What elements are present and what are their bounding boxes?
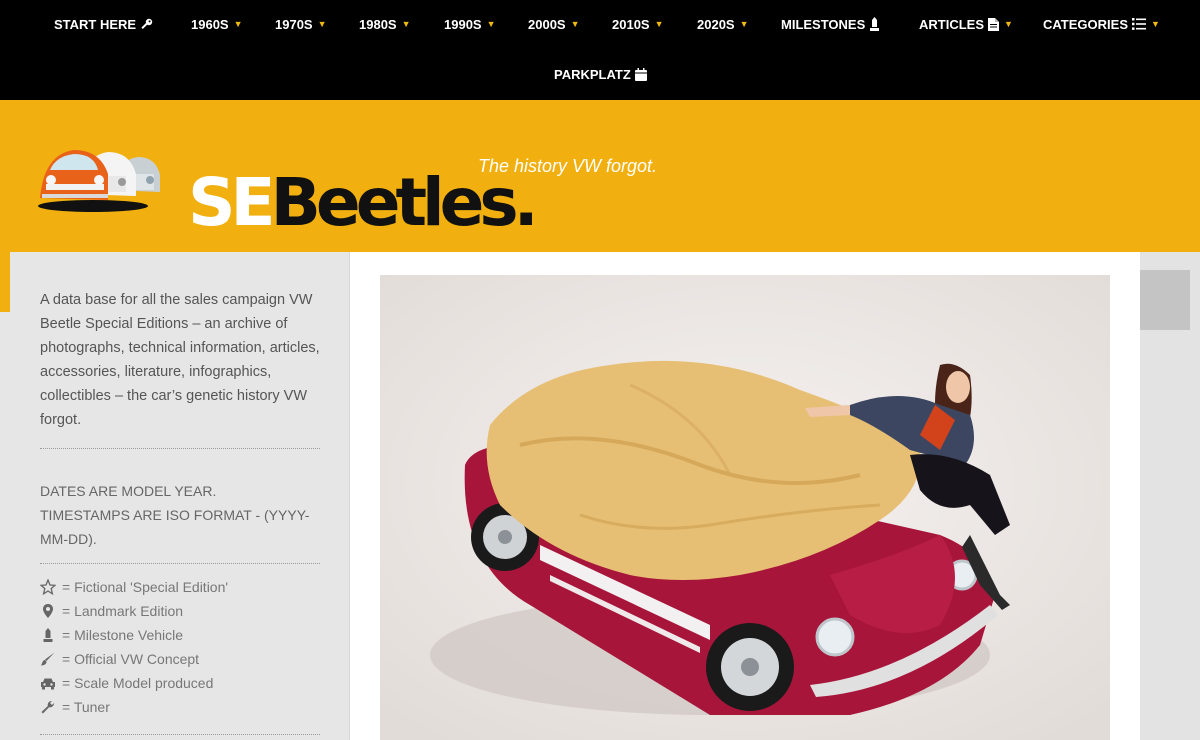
nav-item-label: 2000S [528, 16, 566, 32]
nav-item-2010s[interactable]: 2010S ▼ [612, 12, 664, 36]
logo-wordmark: SEBeetles. [188, 170, 539, 236]
paint-brush-icon [41, 652, 55, 666]
dates-note-line-1: DATES ARE MODEL YEAR. [40, 483, 217, 499]
sidebar-divider [40, 734, 320, 735]
legend-item: = Tuner [40, 695, 228, 719]
sidebar-divider [40, 448, 320, 449]
key-icon [140, 18, 153, 31]
nav-item-label: 1970S [275, 16, 313, 32]
nav-item-milestones[interactable]: MILESTONES [781, 12, 880, 36]
nav-item-1960s[interactable]: 1960S ▼ [191, 12, 243, 36]
chevron-down-icon: ▼ [486, 19, 496, 29]
nav-item-label: 1990S [444, 16, 482, 32]
calendar-icon [634, 67, 647, 81]
legend-item-text: = Fictional 'Special Edition' [62, 579, 229, 595]
wrench-icon [41, 700, 55, 714]
nav-item-categories[interactable]: CATEGORIES ▼ [1043, 12, 1160, 36]
legend-item-text: = Tuner [62, 699, 110, 715]
nav-item-2000s[interactable]: 2000S ▼ [528, 12, 580, 36]
nav-item-label: 2020S [697, 16, 735, 32]
site-tagline: The history VW forgot. [478, 156, 658, 176]
nav-item-start-here[interactable]: START HERE [54, 12, 153, 36]
nav-item-parkplatz[interactable]: PARKPLATZ [554, 62, 647, 86]
nav-item-label: 1980S [359, 16, 397, 32]
chevron-down-icon: ▼ [570, 19, 580, 29]
nav-item-label: START HERE [54, 16, 137, 32]
main-content [350, 252, 1140, 740]
chevron-down-icon: ▼ [739, 19, 749, 29]
milestone-icon [43, 628, 53, 642]
icon-legend: = Fictional 'Special Edition' = Landmark… [40, 575, 228, 719]
chevron-down-icon: ▼ [1151, 19, 1160, 29]
sidebar-divider [40, 563, 320, 564]
hero-image[interactable] [380, 275, 1110, 740]
legend-item-text: = Landmark Edition [62, 603, 184, 619]
chevron-down-icon: ▼ [401, 19, 411, 29]
beetle-cars-logo-image [38, 150, 160, 212]
chevron-down-icon: ▼ [317, 19, 327, 29]
legend-item-text: = Official VW Concept [62, 651, 200, 667]
nav-item-label: 1960S [191, 16, 229, 32]
list-icon [1132, 18, 1146, 30]
nav-item-1980s[interactable]: 1980S ▼ [359, 12, 411, 36]
nav-item-label: CATEGORIES [1043, 16, 1128, 32]
dates-note: DATES ARE MODEL YEAR. TIMESTAMPS ARE ISO… [40, 479, 325, 551]
legend-item-text: = Scale Model produced [62, 675, 214, 691]
map-marker-icon [43, 604, 53, 618]
sidebar: A data base for all the sales campaign V… [10, 252, 350, 740]
logo-se-text: SE [188, 164, 276, 241]
scroll-to-top-box[interactable] [1140, 270, 1190, 330]
site-logo[interactable]: SEBeetles. [38, 140, 539, 236]
legend-item: = Fictional 'Special Edition' [40, 575, 228, 599]
legend-item: = Scale Model produced [40, 671, 228, 695]
nav-item-label: ARTICLES [919, 16, 984, 32]
chevron-down-icon: ▼ [233, 19, 243, 29]
car-icon [41, 678, 55, 690]
document-icon [988, 17, 999, 31]
nav-item-label: PARKPLATZ [554, 66, 631, 82]
top-navigation: START HERE 1960S ▼ 1970S ▼ 1980S ▼ 1990S… [0, 0, 1200, 100]
nav-item-label: 2010S [612, 16, 650, 32]
legend-item: = Milestone Vehicle [40, 623, 228, 647]
nav-item-2020s[interactable]: 2020S ▼ [697, 12, 749, 36]
legend-item: = Official VW Concept [40, 647, 228, 671]
sidebar-intro-text: A data base for all the sales campaign V… [40, 292, 320, 428]
nav-item-1990s[interactable]: 1990S ▼ [444, 12, 496, 36]
chevron-down-icon: ▼ [654, 19, 664, 29]
legend-item-text: = Milestone Vehicle [62, 627, 184, 643]
milestone-icon [869, 17, 880, 31]
dates-note-line-2: TIMESTAMPS ARE ISO FORMAT - (YYYY-MM-DD)… [40, 507, 310, 547]
nav-item-articles[interactable]: ARTICLES ▼ [919, 12, 1013, 36]
chevron-down-icon: ▼ [1004, 19, 1013, 29]
star-icon [40, 579, 56, 595]
nav-item-1970s[interactable]: 1970S ▼ [275, 12, 327, 36]
legend-item: = Landmark Edition [40, 599, 228, 623]
nav-item-label: MILESTONES [781, 16, 866, 32]
